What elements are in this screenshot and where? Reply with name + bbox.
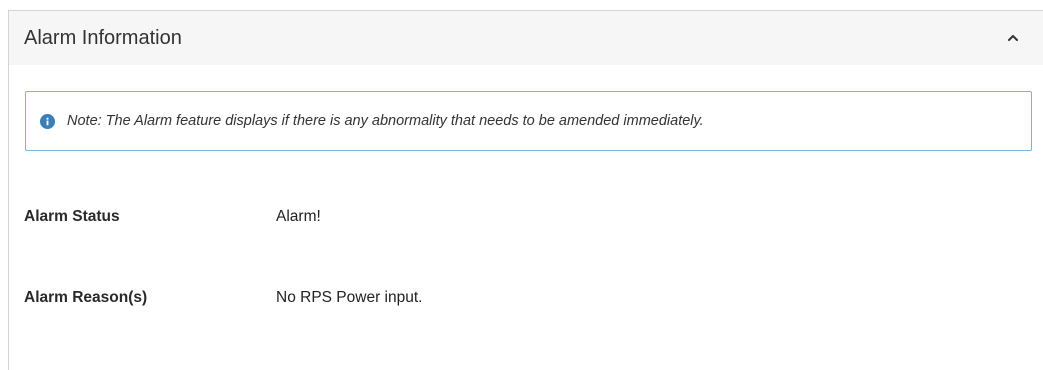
panel-header[interactable]: Alarm Information [9,11,1043,65]
panel-title: Alarm Information [24,26,182,49]
alarm-status-row: Alarm Status Alarm! [24,208,321,226]
chevron-up-icon[interactable] [1001,26,1025,50]
note-text: Note: The Alarm feature displays if ther… [67,113,704,129]
alarm-status-label: Alarm Status [24,208,120,225]
info-icon [40,113,55,129]
alarm-status-value: Alarm! [276,208,321,225]
alarm-reasons-label: Alarm Reason(s) [24,289,148,306]
alarm-reasons-row: Alarm Reason(s) No RPS Power input. [24,289,422,307]
alarm-information-panel: Alarm Information Note: The Alarm featur… [8,10,1043,370]
note-box: Note: The Alarm feature displays if ther… [25,91,1032,151]
alarm-reasons-value: No RPS Power input. [276,289,423,306]
